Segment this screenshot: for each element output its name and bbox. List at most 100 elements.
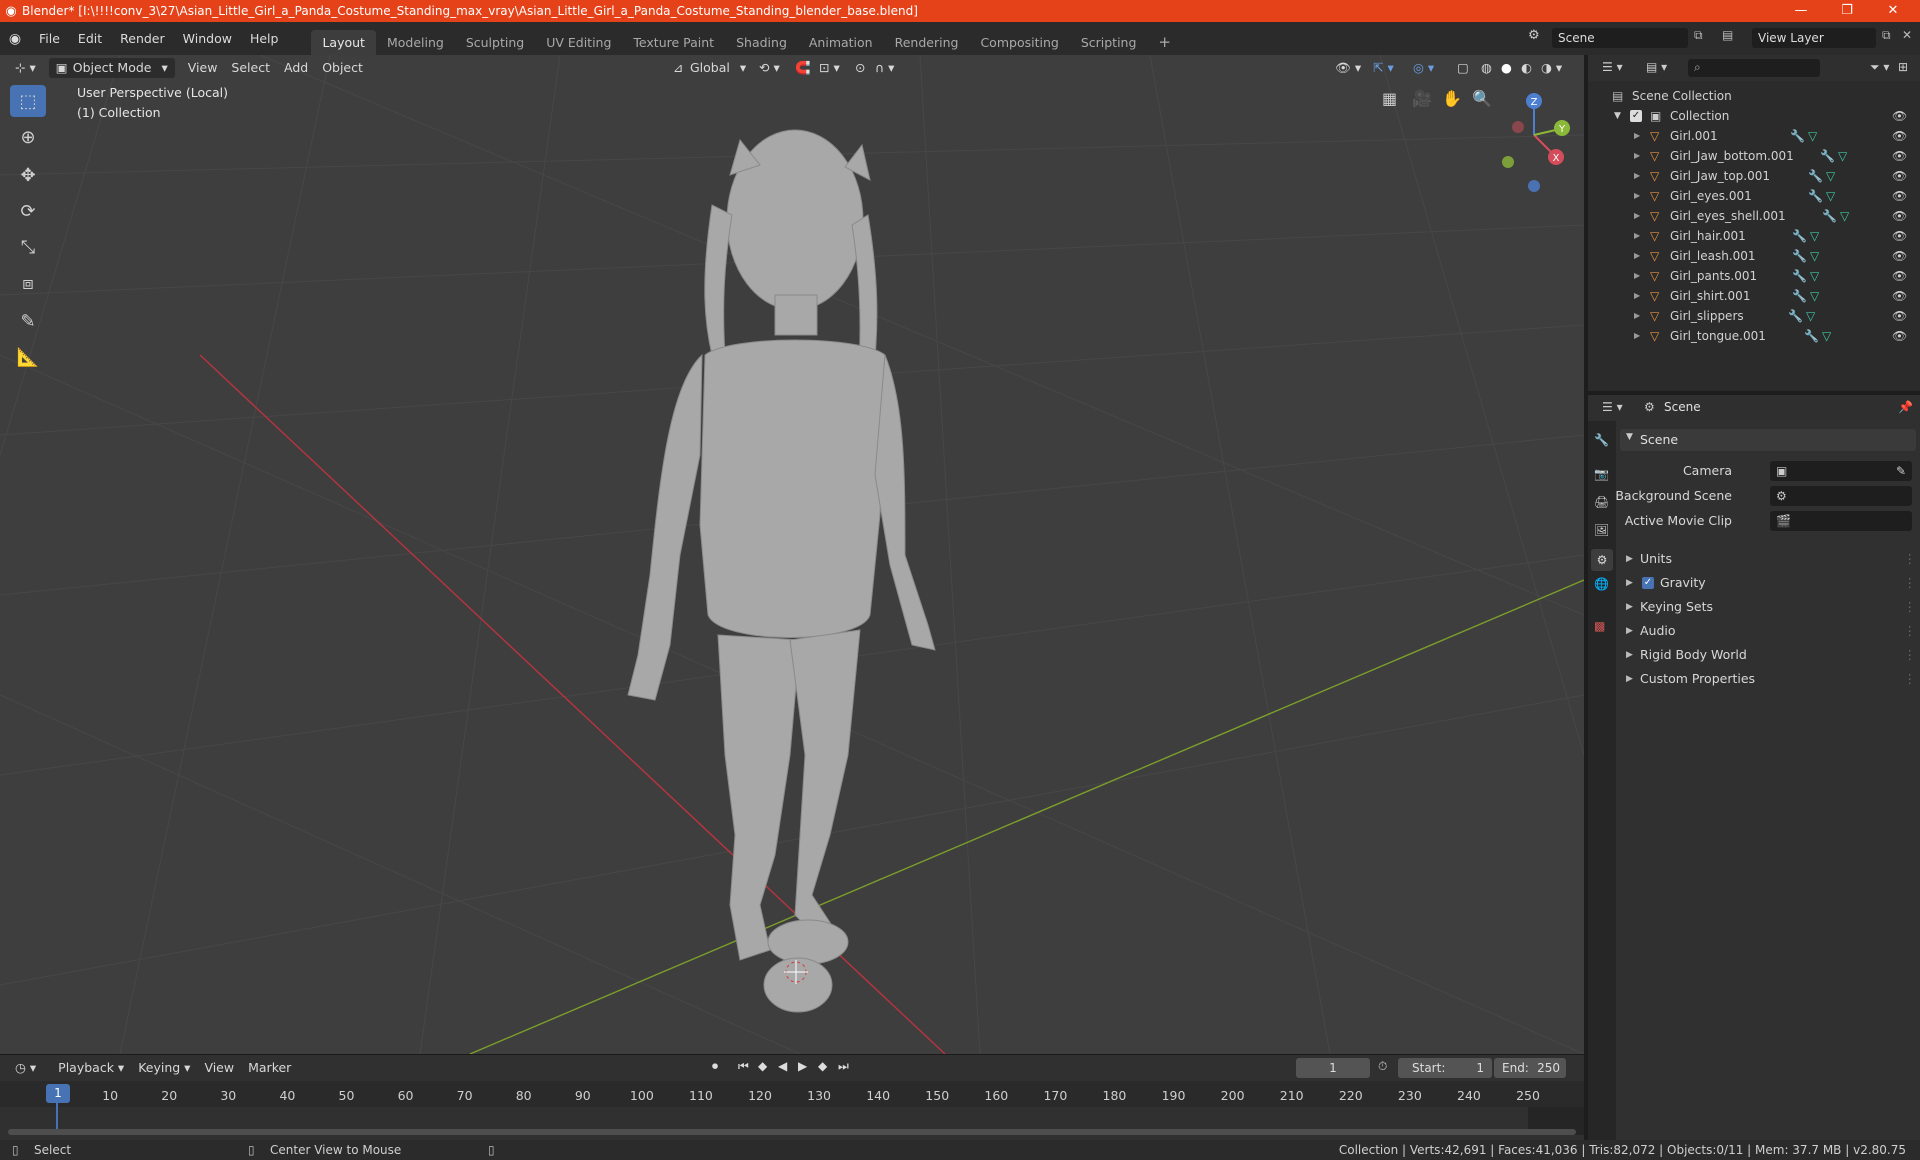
xray-toggle-icon[interactable]: ▢: [1450, 58, 1476, 78]
editor-type-icon[interactable]: ⊹ ▾: [8, 58, 43, 78]
modifier-wrench-icon[interactable]: 🔧: [1808, 186, 1823, 206]
camera-field[interactable]: ▣ ✎: [1770, 461, 1912, 481]
expand-arrow-icon[interactable]: ▶: [1634, 186, 1640, 206]
outliner-row-object[interactable]: ▶ ▽ Girl_hair.001 🔧 ▽ 👁: [1588, 226, 1920, 246]
modifier-wrench-icon[interactable]: 🔧: [1790, 126, 1805, 146]
eye-icon[interactable]: 👁: [1892, 249, 1907, 263]
timeline-editor-type-icon[interactable]: ◷ ▾: [8, 1058, 43, 1078]
mesh-data-icon[interactable]: ▽: [1810, 226, 1819, 246]
tab-shading[interactable]: Shading: [725, 30, 798, 55]
scene-tab-icon[interactable]: ⚙: [1591, 549, 1613, 571]
scene-panel-header[interactable]: ▼ Scene: [1620, 429, 1916, 451]
measure-tool-icon[interactable]: 📐: [10, 341, 46, 373]
expand-arrow-icon[interactable]: ▶: [1634, 146, 1640, 166]
background-scene-field[interactable]: ⚙: [1770, 486, 1912, 506]
outliner-row-object[interactable]: ▶ ▽ Girl_eyes.001 🔧 ▽ 👁: [1588, 186, 1920, 206]
menu-edit[interactable]: Edit: [69, 22, 111, 55]
grid-view-icon[interactable]: ▦: [1382, 89, 1397, 108]
stopwatch-icon[interactable]: ⏱: [1378, 1059, 1387, 1074]
outliner-row-object[interactable]: ▶ ▽ Girl_Jaw_bottom.001 🔧 ▽ 👁: [1588, 146, 1920, 166]
modifier-wrench-icon[interactable]: 🔧: [1788, 306, 1803, 326]
mesh-data-icon[interactable]: ▽: [1808, 126, 1817, 146]
zoom-view-icon[interactable]: 🔍: [1472, 89, 1492, 108]
modifier-wrench-icon[interactable]: 🔧: [1808, 166, 1823, 186]
modifier-wrench-icon[interactable]: 🔧: [1792, 266, 1807, 286]
annotate-tool-icon[interactable]: ✎: [10, 305, 46, 337]
jump-end-icon[interactable]: ⏭: [838, 1059, 849, 1074]
play-reverse-icon[interactable]: ◀: [778, 1059, 787, 1073]
outliner-row-scene-collection[interactable]: ▤ Scene Collection: [1588, 86, 1920, 106]
outliner-row-object[interactable]: ▶ ▽ Girl_Jaw_top.001 🔧 ▽ 👁: [1588, 166, 1920, 186]
mesh-data-icon[interactable]: ▽: [1810, 246, 1819, 266]
menu-file[interactable]: File: [30, 22, 69, 55]
expand-arrow-icon[interactable]: ▶: [1634, 206, 1640, 226]
pan-view-icon[interactable]: ✋: [1442, 89, 1462, 108]
eye-icon[interactable]: 👁: [1892, 189, 1907, 203]
jump-start-icon[interactable]: ⏮: [738, 1059, 749, 1074]
mesh-data-icon[interactable]: ▽: [1810, 266, 1819, 286]
tool-tab-icon[interactable]: 🔧: [1594, 433, 1609, 447]
tab-uv-editing[interactable]: UV Editing: [535, 30, 622, 55]
select-box-tool-icon[interactable]: ⬚: [10, 85, 46, 117]
mesh-data-icon[interactable]: ▽: [1826, 186, 1835, 206]
collapse-arrow-icon[interactable]: ▼: [1614, 106, 1621, 126]
eyedropper-icon[interactable]: ✎: [1896, 461, 1906, 481]
drag-handle-icon[interactable]: ⋮: [1904, 619, 1917, 643]
remove-view-layer-icon[interactable]: ✕: [1902, 28, 1912, 42]
eye-icon[interactable]: 👁: [1892, 229, 1907, 243]
overlay-toggle-icon[interactable]: ◎ ▾: [1406, 58, 1441, 78]
expand-arrow-icon[interactable]: ▶: [1634, 306, 1640, 326]
outliner-row-object[interactable]: ▶ ▽ Girl_leash.001 🔧 ▽ 👁: [1588, 246, 1920, 266]
timeline-ruler[interactable]: 1102030405060708090100110120130140150160…: [0, 1081, 1584, 1107]
output-tab-icon[interactable]: 🖨: [1594, 495, 1609, 509]
rendered-shading-icon[interactable]: ◑ ▾: [1534, 58, 1569, 78]
drag-handle-icon[interactable]: ⋮: [1904, 643, 1917, 667]
menu-playback[interactable]: Playback ▾: [51, 1058, 131, 1078]
gizmo-toggle-icon[interactable]: ⇱ ▾: [1366, 58, 1401, 78]
expand-arrow-icon[interactable]: ▶: [1634, 246, 1640, 266]
tab-modeling[interactable]: Modeling: [376, 30, 455, 55]
current-frame-field[interactable]: 1: [1296, 1058, 1370, 1078]
expand-arrow-icon[interactable]: ▶: [1634, 226, 1640, 246]
drag-handle-icon[interactable]: ⋮: [1904, 547, 1917, 571]
scene-selector-icon-2[interactable]: ▤: [1722, 28, 1733, 42]
tab-scripting[interactable]: Scripting: [1070, 30, 1148, 55]
visibility-icon[interactable]: 👁 ▾: [1328, 58, 1368, 78]
new-view-layer-icon[interactable]: ⧉: [1882, 28, 1891, 43]
outliner-row-object[interactable]: ▶ ▽ Girl_shirt.001 🔧 ▽ 👁: [1588, 286, 1920, 306]
eye-icon[interactable]: 👁: [1892, 209, 1907, 223]
modifier-wrench-icon[interactable]: 🔧: [1792, 246, 1807, 266]
eye-icon[interactable]: 👁: [1892, 329, 1907, 343]
close-button[interactable]: ✕: [1870, 0, 1916, 22]
eye-icon[interactable]: 👁: [1892, 309, 1907, 323]
eye-icon[interactable]: 👁: [1892, 149, 1907, 163]
section-audio[interactable]: ▶ Audio ⋮: [1620, 619, 1916, 643]
modifier-wrench-icon[interactable]: 🔧: [1822, 206, 1837, 226]
expand-arrow-icon[interactable]: ▶: [1634, 126, 1640, 146]
scale-tool-icon[interactable]: ⤡: [10, 231, 46, 263]
next-keyframe-icon[interactable]: ◆: [818, 1059, 827, 1073]
timeline-scrollbar[interactable]: [8, 1129, 1576, 1135]
new-scene-icon[interactable]: ⧉: [1694, 28, 1703, 43]
falloff-icon[interactable]: ∩ ▾: [868, 58, 901, 78]
render-tab-icon[interactable]: 📷: [1594, 467, 1609, 481]
view-layer-field[interactable]: View Layer: [1752, 28, 1876, 48]
texture-tab-icon[interactable]: ▩: [1594, 619, 1605, 633]
collection-checkbox[interactable]: ✓: [1630, 110, 1642, 122]
cursor-tool-icon[interactable]: ⊕: [10, 121, 46, 153]
tab-compositing[interactable]: Compositing: [969, 30, 1069, 55]
pivot-point-icon[interactable]: ⟲ ▾: [752, 58, 787, 78]
filter-icon[interactable]: ⏷ ▾: [1870, 60, 1889, 75]
scene-selector-icon[interactable]: ⚙: [1528, 28, 1540, 43]
outliner-search-input[interactable]: ⌕: [1688, 59, 1820, 77]
end-frame-field[interactable]: End: 250: [1494, 1058, 1566, 1078]
mesh-data-icon[interactable]: ▽: [1840, 206, 1849, 226]
eye-icon[interactable]: 👁: [1892, 129, 1907, 143]
properties-editor-type-icon[interactable]: ☰ ▾: [1602, 400, 1623, 414]
scene-name-field[interactable]: Scene: [1552, 28, 1688, 48]
section-keying-sets[interactable]: ▶ Keying Sets ⋮: [1620, 595, 1916, 619]
prev-keyframe-icon[interactable]: ◆: [758, 1059, 767, 1073]
tab-animation[interactable]: Animation: [798, 30, 884, 55]
drag-handle-icon[interactable]: ⋮: [1904, 571, 1917, 595]
play-icon[interactable]: ▶: [798, 1059, 807, 1073]
